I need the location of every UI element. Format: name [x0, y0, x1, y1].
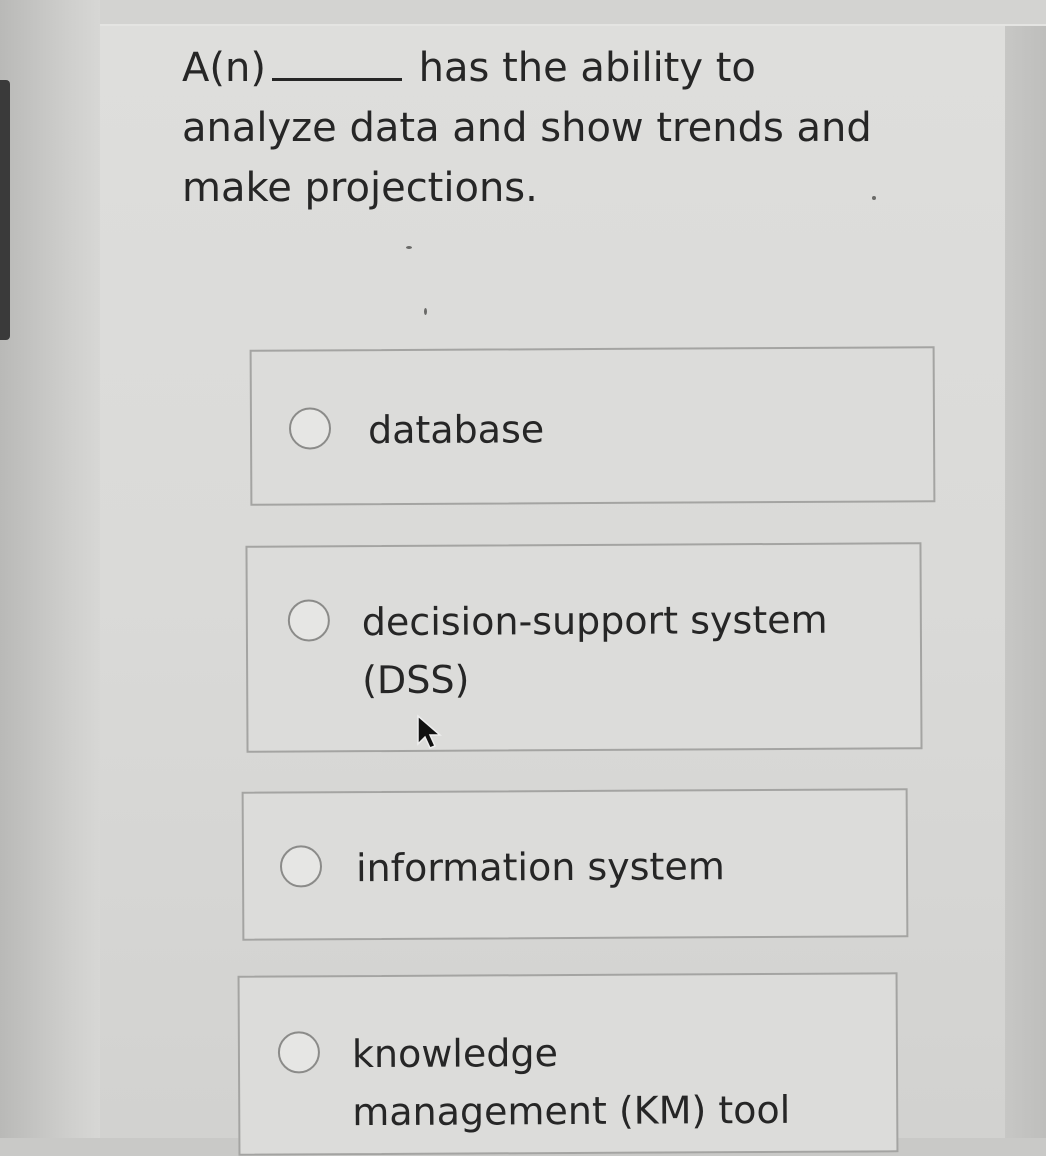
radio-button[interactable] [287, 599, 330, 642]
radio-button[interactable] [279, 845, 323, 888]
option-database[interactable]: database [249, 346, 936, 506]
right-edge [1005, 26, 1046, 1138]
dust-speck [424, 308, 427, 315]
option-label: database [367, 407, 545, 453]
dust-speck [872, 196, 876, 200]
option-information-system[interactable]: information system [241, 788, 909, 941]
left-gutter [0, 0, 100, 1138]
option-dss[interactable]: decision-support system (DSS) [245, 542, 923, 753]
mouse-cursor-icon [417, 714, 443, 749]
answer-blank [271, 68, 402, 81]
scrollbar-thumb[interactable] [0, 80, 10, 340]
option-label: knowledge management (KM) tool [351, 1031, 791, 1135]
radio-button[interactable] [288, 407, 332, 450]
top-strip [100, 0, 1046, 26]
question-text: A(n) has the ability to analyze data and… [182, 38, 902, 218]
dust-speck [406, 246, 412, 249]
question-prefix: A(n) [182, 45, 266, 91]
option-label: decision-support system (DSS) [361, 597, 828, 703]
option-km-tool[interactable]: knowledge management (KM) tool [237, 972, 899, 1156]
option-label: information system [355, 844, 725, 891]
radio-button[interactable] [277, 1031, 321, 1074]
